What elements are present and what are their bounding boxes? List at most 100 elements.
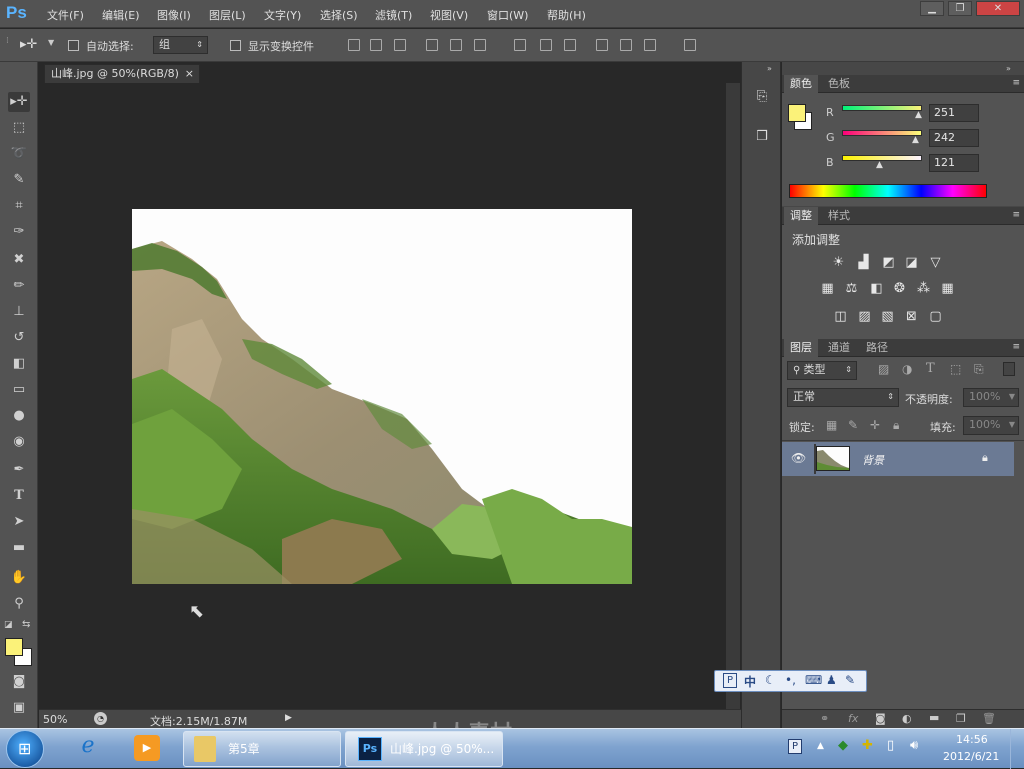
layer-row[interactable]: 👁︎ 背景 🔒︎ <box>782 442 1014 476</box>
filter-smart-icon[interactable]: ⎘ <box>974 362 984 377</box>
ie-icon[interactable]: ℯ <box>71 733 105 765</box>
tray-expand-icon[interactable]: ▲ <box>817 741 824 751</box>
lock-transparent-icon[interactable]: ▦ <box>826 418 837 432</box>
status-menu-arrow-icon[interactable]: ▶ <box>285 713 292 723</box>
filter-shape-icon[interactable]: ⬚ <box>950 362 961 376</box>
menu-window[interactable]: 窗口(W) <box>487 7 528 23</box>
move-tool-icon[interactable]: ▸✛ <box>8 92 30 112</box>
show-desktop-button[interactable] <box>1010 729 1024 769</box>
clock-date[interactable]: 2012/6/21 <box>943 750 999 763</box>
document-tab[interactable]: 山峰.jpg @ 50%(RGB/8) × <box>44 64 200 83</box>
minimize-button[interactable]: ▁ <box>920 1 944 16</box>
distribute-bottom-icon[interactable] <box>564 39 576 51</box>
tab-color[interactable]: 颜色 <box>784 75 818 93</box>
filter-image-icon[interactable]: ▨ <box>878 362 889 376</box>
gradient-map-icon[interactable]: ⊠ <box>903 310 920 324</box>
image-canvas[interactable] <box>132 209 632 584</box>
menu-view[interactable]: 视图(V) <box>430 7 468 23</box>
blend-mode-dropdown[interactable]: 正常 ⇕ <box>787 388 899 407</box>
panel-menu-icon[interactable]: ≡ <box>1012 342 1020 352</box>
auto-select-checkbox[interactable] <box>68 40 79 51</box>
threshold-icon[interactable]: ▧ <box>879 310 896 324</box>
blur-tool-icon[interactable]: ● <box>8 406 30 426</box>
ime-settings-icon[interactable]: ✎ <box>845 673 855 687</box>
distribute-hcenter-icon[interactable] <box>620 39 632 51</box>
new-adjustment-icon[interactable]: ◐ <box>902 712 912 725</box>
levels-icon[interactable]: ▟ <box>855 256 872 270</box>
link-layers-icon[interactable]: ⚭ <box>820 712 829 725</box>
menu-type[interactable]: 文字(Y) <box>264 7 301 23</box>
menu-edit[interactable]: 编辑(E) <box>102 7 140 23</box>
move-tool-preset-icon[interactable]: ▸✛ <box>20 37 37 52</box>
brush-tool-icon[interactable]: ✏ <box>8 276 30 296</box>
curves-icon[interactable]: ◩ <box>880 256 897 270</box>
document-info[interactable]: 文档:2.15M/1.87M <box>150 713 247 729</box>
panel-menu-icon[interactable]: ≡ <box>1012 78 1020 88</box>
ime-logo-icon[interactable]: P <box>723 673 737 688</box>
volume-icon[interactable]: 🔊︎ <box>910 738 918 753</box>
lasso-tool-icon[interactable]: ➰ <box>8 144 30 164</box>
add-mask-icon[interactable]: ◙ <box>875 712 886 725</box>
tab-swatches[interactable]: 色板 <box>822 75 856 93</box>
menu-file[interactable]: 文件(F) <box>47 7 84 23</box>
shape-tool-icon[interactable]: ▬ <box>8 538 30 558</box>
tray-device-icon[interactable]: ▯ <box>887 738 894 753</box>
r-value[interactable]: 251 <box>929 104 979 122</box>
tab-adjustments[interactable]: 调整 <box>784 207 818 225</box>
tab-layers[interactable]: 图层 <box>784 339 818 357</box>
align-left-icon[interactable] <box>426 39 438 51</box>
posterize-icon[interactable]: ▨ <box>856 310 873 324</box>
ime-tray-icon[interactable]: P <box>788 739 802 754</box>
lock-all-icon[interactable]: 🔒︎ <box>893 418 899 433</box>
distribute-vcenter-icon[interactable] <box>540 39 552 51</box>
hand-tool-icon[interactable]: ✋ <box>8 568 30 588</box>
path-select-tool-icon[interactable]: ➤ <box>8 512 30 532</box>
exposure-icon[interactable]: ◪ <box>903 256 920 270</box>
color-balance-icon[interactable]: ⚖ <box>843 282 860 296</box>
ime-halfwidth-icon[interactable]: ☾ <box>765 673 776 687</box>
3d-panel-icon[interactable]: ❒ <box>750 126 774 148</box>
r-slider-thumb-icon[interactable]: ▲ <box>915 110 922 120</box>
b-slider-thumb-icon[interactable]: ▲ <box>876 160 883 170</box>
distribute-right-icon[interactable] <box>644 39 656 51</box>
ime-keyboard-icon[interactable]: ⌨ <box>805 673 822 687</box>
tab-styles[interactable]: 样式 <box>822 207 856 225</box>
vertical-scrollbar[interactable] <box>726 83 740 709</box>
quick-mask-icon[interactable]: ◙ <box>8 672 30 692</box>
color-lookup-icon[interactable]: ▦ <box>939 282 956 296</box>
color-spectrum-bar[interactable] <box>789 184 987 198</box>
eraser-tool-icon[interactable]: ◧ <box>8 354 30 374</box>
zoom-tool-icon[interactable]: ⚲ <box>8 594 30 614</box>
g-slider[interactable] <box>842 130 922 136</box>
brightness-icon[interactable]: ☀ <box>830 256 847 270</box>
auto-align-icon[interactable] <box>684 39 696 51</box>
fx-icon[interactable]: fx <box>848 712 858 725</box>
new-layer-icon[interactable]: ❐ <box>956 712 966 725</box>
crop-tool-icon[interactable]: ⌗ <box>8 196 30 216</box>
eye-visibility-icon[interactable]: 👁︎ <box>791 451 806 465</box>
default-colors-icon[interactable]: ◪ <box>4 620 13 630</box>
align-bottom-icon[interactable] <box>394 39 406 51</box>
tab-paths[interactable]: 路径 <box>860 339 894 357</box>
show-transform-checkbox[interactable] <box>230 40 241 51</box>
selective-color-icon[interactable]: ▢ <box>927 310 944 324</box>
panel-menu-icon[interactable]: ≡ <box>1012 210 1020 220</box>
b-value[interactable]: 121 <box>929 154 979 172</box>
tray-plus-icon[interactable]: ✚ <box>862 738 873 753</box>
collapse-arrows-icon[interactable]: » <box>767 64 772 73</box>
start-button[interactable]: ⊞ <box>6 730 44 768</box>
align-vcenter-icon[interactable] <box>370 39 382 51</box>
layer-filter-dropdown[interactable]: ⚲ 类型 ⇕ <box>787 361 857 380</box>
marquee-tool-icon[interactable]: ⬚ <box>8 118 30 138</box>
hue-saturation-icon[interactable]: ▦ <box>819 282 836 296</box>
ime-mode[interactable]: 中 <box>744 673 756 690</box>
pen-tool-icon[interactable]: ✒ <box>8 460 30 480</box>
tab-channels[interactable]: 通道 <box>822 339 856 357</box>
quick-select-tool-icon[interactable]: ✎ <box>8 170 30 190</box>
history-brush-tool-icon[interactable]: ↺ <box>8 328 30 348</box>
ime-user-icon[interactable]: ♟ <box>826 673 837 687</box>
align-hcenter-icon[interactable] <box>450 39 462 51</box>
align-right-icon[interactable] <box>474 39 486 51</box>
lock-position-icon[interactable]: ✛ <box>870 418 880 432</box>
media-player-icon[interactable]: ▶ <box>134 735 160 761</box>
